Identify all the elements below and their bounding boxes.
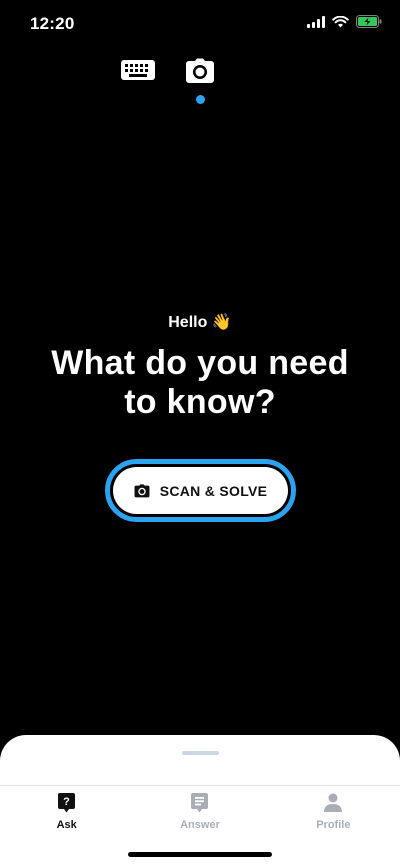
camera-icon[interactable]: [185, 58, 215, 84]
status-time: 12:20: [30, 14, 75, 33]
tab-answer[interactable]: Answer: [133, 793, 266, 831]
headline-text: What do you need to know?: [51, 344, 349, 421]
tab-profile[interactable]: Profile: [267, 793, 400, 831]
bottom-sheet: ? Ask Answer Profile: [0, 735, 400, 866]
status-icons: [307, 15, 382, 28]
wifi-icon: [332, 15, 349, 27]
question-bubble-icon: ?: [58, 793, 76, 813]
tab-answer-label: Answer: [180, 819, 220, 831]
greeting: Hello 👋: [168, 314, 232, 331]
cellular-signal-icon: [307, 15, 325, 28]
person-icon: [324, 793, 343, 812]
active-mode-indicator: [196, 95, 205, 104]
svg-text:?: ?: [63, 796, 70, 808]
scan-button-ring: SCAN & SOLVE: [105, 459, 296, 522]
tab-profile-label: Profile: [316, 819, 351, 831]
tab-ask-label: Ask: [56, 819, 77, 831]
mode-switcher: [0, 56, 400, 108]
page-title: What do you need to know?: [0, 344, 400, 422]
sheet-drag-handle[interactable]: [182, 751, 219, 755]
scan-and-solve-button[interactable]: SCAN & SOLVE: [113, 467, 288, 514]
tab-divider: [0, 785, 400, 786]
tab-ask[interactable]: ? Ask: [0, 793, 133, 831]
home-indicator: [128, 852, 272, 857]
keyboard-icon[interactable]: [121, 58, 155, 82]
status-bar: 12:20: [0, 0, 400, 46]
document-icon: [191, 793, 209, 813]
tab-bar: ? Ask Answer Profile: [0, 793, 400, 831]
scan-button-label: SCAN & SOLVE: [159, 482, 268, 499]
battery-charging-icon: [356, 15, 382, 28]
camera-icon: [134, 483, 150, 497]
